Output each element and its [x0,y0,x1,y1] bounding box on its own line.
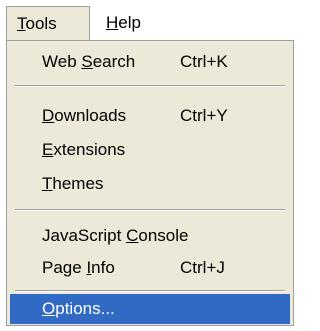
extensions-label-post: xtensions [53,140,126,159]
menubar-tools-mnemonic: T [17,14,26,33]
menu-item-downloads-label: Downloads [42,101,126,131]
page-info-label-pre: Page [42,258,87,277]
menu-separator [15,85,285,87]
menubar-help-mnemonic: H [106,13,119,32]
menu-item-page-info-label: Page Info [42,253,115,283]
menu-separator [15,290,285,292]
menu-item-options[interactable]: Options... [10,294,290,324]
menu-separator [15,209,285,211]
web-search-mnemonic: S [81,52,93,71]
tools-menu-screenshot: Tools Help Web Search Ctrl+K Downloads C… [0,0,296,331]
menubar-tools-label-rest: ools [25,14,57,33]
menu-item-web-search-shortcut: Ctrl+K [180,52,228,71]
menu-item-javascript-console-label: JavaScript Console [42,221,188,251]
menu-item-extensions-label: Extensions [42,135,125,165]
themes-mnemonic: T [42,174,53,193]
menu-item-themes[interactable]: Themes [10,169,290,199]
menu-item-web-search[interactable]: Web Search Ctrl+K [10,47,290,77]
menu-item-page-info[interactable]: Page Info Ctrl+J [10,253,290,283]
page-info-label-post: nfo [91,258,115,277]
themes-label-post: hemes [52,174,104,193]
web-search-label-post: earch [92,52,136,71]
web-search-label-pre: Web [42,52,82,71]
menu-item-downloads-shortcut: Ctrl+Y [180,106,228,125]
menu-item-extensions[interactable]: Extensions [10,135,290,165]
extensions-mnemonic: E [42,140,54,159]
menu-item-javascript-console[interactable]: JavaScript Console [10,221,290,251]
menu-bar: Tools Help [0,0,296,42]
menu-item-web-search-label: Web Search [42,47,135,77]
downloads-label-post: ownloads [54,106,127,125]
menubar-tools[interactable]: Tools [6,6,90,40]
menu-item-options-label: Options... [42,294,115,324]
menubar-help[interactable]: Help [96,6,160,40]
menubar-help-label-rest: elp [118,13,141,32]
downloads-mnemonic: D [42,106,55,125]
menu-item-page-info-shortcut: Ctrl+J [180,258,225,277]
options-label-post: ptions... [55,299,115,318]
options-mnemonic: O [42,299,56,318]
js-console-mnemonic: C [126,226,139,245]
menu-item-themes-label: Themes [42,169,103,199]
js-console-label-pre: JavaScript [42,226,127,245]
js-console-label-post: onsole [138,226,189,245]
menu-item-downloads[interactable]: Downloads Ctrl+Y [10,101,290,131]
tools-dropdown-menu: Web Search Ctrl+K Downloads Ctrl+Y Exten… [6,40,294,326]
